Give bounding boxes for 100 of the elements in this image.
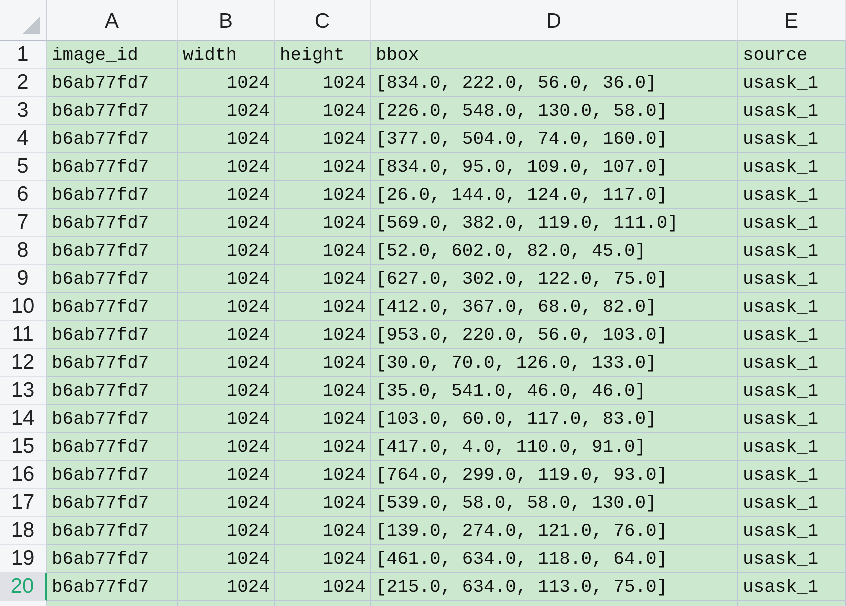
- row-header[interactable]: 16: [0, 461, 47, 489]
- row-header[interactable]: 19: [0, 545, 47, 573]
- table-cell[interactable]: b6ab77fd7: [47, 573, 178, 601]
- table-cell[interactable]: height: [275, 41, 371, 69]
- table-cell[interactable]: usask_1: [738, 321, 846, 349]
- table-cell[interactable]: [834.0, 222.0, 56.0, 36.0]: [371, 69, 738, 97]
- table-cell[interactable]: 1024: [275, 293, 371, 321]
- row-header[interactable]: 12: [0, 349, 47, 377]
- table-cell[interactable]: source: [738, 41, 846, 69]
- row-header[interactable]: 6: [0, 181, 47, 209]
- table-cell[interactable]: [226.0, 548.0, 130.0, 58.0]: [371, 97, 738, 125]
- row-header[interactable]: 4: [0, 125, 47, 153]
- table-cell[interactable]: 1024: [275, 125, 371, 153]
- table-cell[interactable]: 1024: [275, 209, 371, 237]
- table-cell[interactable]: [35.0, 541.0, 46.0, 46.0]: [371, 377, 738, 405]
- table-cell[interactable]: usask_1: [738, 349, 846, 377]
- table-cell[interactable]: b6ab77fd7: [47, 97, 178, 125]
- table-cell[interactable]: 1024: [275, 321, 371, 349]
- table-cell[interactable]: usask_1: [738, 97, 846, 125]
- table-cell[interactable]: b6ab77fd7: [47, 349, 178, 377]
- table-cell[interactable]: 1024: [275, 545, 371, 573]
- table-cell[interactable]: 1024: [178, 405, 275, 433]
- row-header[interactable]: 2: [0, 69, 47, 97]
- table-cell[interactable]: 1024: [275, 405, 371, 433]
- table-cell[interactable]: b6ab77fd7: [47, 69, 178, 97]
- table-cell[interactable]: 1024: [178, 293, 275, 321]
- row-header[interactable]: 15: [0, 433, 47, 461]
- row-header[interactable]: 7: [0, 209, 47, 237]
- row-header[interactable]: 5: [0, 153, 47, 181]
- row-header[interactable]: 14: [0, 405, 47, 433]
- row-header[interactable]: 13: [0, 377, 47, 405]
- table-cell[interactable]: b6ab77fd7: [47, 545, 178, 573]
- table-cell[interactable]: image_id: [47, 41, 178, 69]
- table-cell[interactable]: 1024: [275, 573, 371, 601]
- column-header[interactable]: C: [275, 0, 371, 41]
- row-header[interactable]: 17: [0, 489, 47, 517]
- column-header[interactable]: D: [371, 0, 738, 41]
- table-cell[interactable]: b6ab77fd7: [47, 293, 178, 321]
- table-cell[interactable]: [139.0, 274.0, 121.0, 76.0]: [371, 517, 738, 545]
- table-cell[interactable]: usask_1: [738, 153, 846, 181]
- column-header[interactable]: A: [47, 0, 178, 41]
- table-cell[interactable]: bbox: [371, 41, 738, 69]
- table-cell[interactable]: 1024: [275, 433, 371, 461]
- row-header[interactable]: 11: [0, 321, 47, 349]
- table-cell[interactable]: 1024: [178, 545, 275, 573]
- table-cell[interactable]: [764.0, 299.0, 119.0, 93.0]: [371, 461, 738, 489]
- row-header[interactable]: 18: [0, 517, 47, 545]
- table-cell[interactable]: [417.0, 4.0, 110.0, 91.0]: [371, 433, 738, 461]
- table-cell[interactable]: b6ab77fd7: [47, 321, 178, 349]
- table-cell[interactable]: 1024: [275, 377, 371, 405]
- table-cell[interactable]: 1024: [178, 69, 275, 97]
- table-cell[interactable]: [953.0, 220.0, 56.0, 103.0]: [371, 321, 738, 349]
- table-cell[interactable]: [26.0, 144.0, 124.0, 117.0]: [371, 181, 738, 209]
- table-cell[interactable]: usask_1: [738, 489, 846, 517]
- row-header[interactable]: 9: [0, 265, 47, 293]
- table-cell[interactable]: [30.0, 70.0, 126.0, 133.0]: [371, 349, 738, 377]
- table-cell[interactable]: usask_1: [738, 517, 846, 545]
- table-cell[interactable]: usask_1: [738, 125, 846, 153]
- table-cell[interactable]: b6ab77fd7: [47, 405, 178, 433]
- table-cell[interactable]: usask_1: [738, 265, 846, 293]
- table-cell[interactable]: 1024: [275, 517, 371, 545]
- table-cell[interactable]: usask_1: [738, 573, 846, 601]
- table-cell[interactable]: 1024: [275, 265, 371, 293]
- table-cell[interactable]: usask_1: [738, 209, 846, 237]
- table-cell[interactable]: usask_1: [738, 545, 846, 573]
- table-cell[interactable]: b6ab77fd7: [47, 209, 178, 237]
- table-cell[interactable]: 1024: [275, 69, 371, 97]
- table-cell[interactable]: width: [178, 41, 275, 69]
- table-cell[interactable]: [834.0, 95.0, 109.0, 107.0]: [371, 153, 738, 181]
- select-all-button[interactable]: [0, 0, 47, 41]
- table-cell[interactable]: [461.0, 634.0, 118.0, 64.0]: [371, 545, 738, 573]
- row-header[interactable]: 3: [0, 97, 47, 125]
- table-cell[interactable]: usask_1: [738, 69, 846, 97]
- table-cell[interactable]: usask_1: [738, 461, 846, 489]
- table-cell[interactable]: b6ab77fd7: [47, 433, 178, 461]
- table-cell[interactable]: 1024: [275, 461, 371, 489]
- table-cell[interactable]: [627.0, 302.0, 122.0, 75.0]: [371, 265, 738, 293]
- table-cell[interactable]: b6ab77fd7: [47, 461, 178, 489]
- table-cell[interactable]: usask_1: [738, 377, 846, 405]
- table-cell[interactable]: 1024: [275, 489, 371, 517]
- table-cell[interactable]: usask_1: [738, 237, 846, 265]
- table-cell[interactable]: 1024: [275, 97, 371, 125]
- table-cell[interactable]: b6ab77fd7: [47, 125, 178, 153]
- column-header[interactable]: E: [738, 0, 846, 41]
- table-cell[interactable]: 1024: [178, 153, 275, 181]
- table-cell[interactable]: b6ab77fd7: [47, 153, 178, 181]
- table-cell[interactable]: usask_1: [738, 405, 846, 433]
- table-cell[interactable]: [215.0, 634.0, 113.0, 75.0]: [371, 573, 738, 601]
- table-cell[interactable]: usask_1: [738, 181, 846, 209]
- table-cell[interactable]: 1024: [178, 321, 275, 349]
- table-cell[interactable]: 1024: [275, 237, 371, 265]
- table-cell[interactable]: 1024: [178, 97, 275, 125]
- table-cell[interactable]: 1024: [178, 573, 275, 601]
- column-header[interactable]: B: [178, 0, 275, 41]
- table-cell[interactable]: 1024: [178, 209, 275, 237]
- table-cell[interactable]: 1024: [178, 237, 275, 265]
- row-header[interactable]: 8: [0, 237, 47, 265]
- table-cell[interactable]: 1024: [178, 125, 275, 153]
- table-cell[interactable]: 1024: [275, 349, 371, 377]
- row-header[interactable]: 1: [0, 41, 47, 69]
